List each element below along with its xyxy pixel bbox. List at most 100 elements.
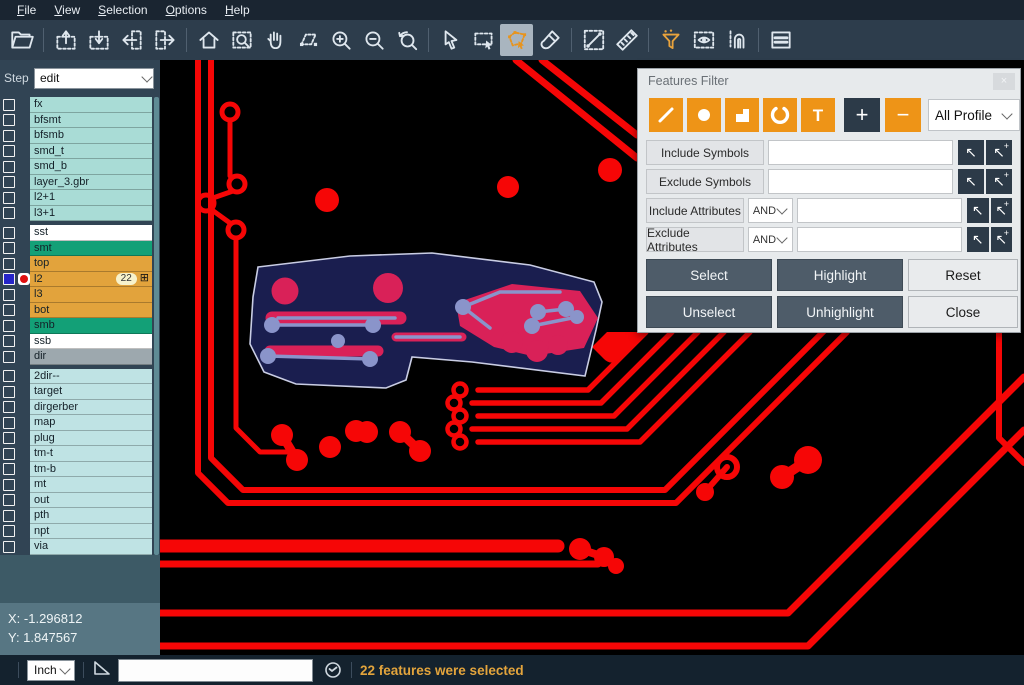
include-symbols-input[interactable] [768, 140, 953, 165]
layer-row[interactable]: fx [0, 97, 152, 113]
layer-row[interactable]: smd_b [0, 159, 152, 175]
layer-row[interactable]: l2 22 ⊞ [0, 272, 152, 288]
layer-visibility-checkbox[interactable] [3, 432, 15, 444]
ruler-icon[interactable] [610, 24, 643, 56]
exclude-symbols-button[interactable]: Exclude Symbols [646, 169, 764, 194]
layer-visibility-checkbox[interactable] [3, 335, 15, 347]
polygon-select-icon[interactable] [500, 24, 533, 56]
layer-visibility-checkbox[interactable] [3, 541, 15, 553]
layer-row[interactable]: l2+1 [0, 190, 152, 206]
lasso-zoom-icon[interactable] [291, 24, 324, 56]
units-select[interactable]: Inch [27, 660, 75, 681]
layer-row[interactable]: out [0, 493, 152, 509]
layer-row[interactable]: smd_t [0, 144, 152, 160]
layer-row[interactable]: mt [0, 477, 152, 493]
layer-row[interactable]: sst [0, 225, 152, 241]
layer-row[interactable]: tm-t [0, 446, 152, 462]
layer-visibility-checkbox[interactable] [3, 289, 15, 301]
menu-selection[interactable]: Selection [89, 0, 156, 20]
layers-panel-icon[interactable] [764, 24, 797, 56]
measure-distance-icon[interactable] [577, 24, 610, 56]
include-attributes-input[interactable] [797, 198, 962, 223]
layer-visibility-checkbox[interactable] [3, 370, 15, 382]
layer-visibility-checkbox[interactable] [3, 463, 15, 475]
layer-row[interactable]: 2dir-- [0, 369, 152, 385]
snap-magnet-icon[interactable] [720, 24, 753, 56]
layer-row[interactable]: top [0, 256, 152, 272]
layer-row[interactable]: map [0, 415, 152, 431]
pick-symbol-add-button[interactable]: ↖+ [986, 169, 1012, 194]
layer-grid-icon[interactable]: ⊞ [140, 273, 149, 284]
filter-add-button[interactable]: + [844, 98, 880, 132]
show-hide-icon[interactable] [687, 24, 720, 56]
filter-remove-button[interactable]: − [885, 98, 921, 132]
layer-row[interactable]: smb [0, 318, 152, 334]
layer-visibility-checkbox[interactable] [3, 510, 15, 522]
layer-visibility-checkbox[interactable] [3, 448, 15, 460]
layer-visibility-checkbox[interactable] [3, 207, 15, 219]
layer-visibility-checkbox[interactable] [3, 114, 15, 126]
layer-visibility-checkbox[interactable] [3, 242, 15, 254]
refresh-icon[interactable] [323, 660, 343, 680]
layer-row[interactable]: l3+1 [0, 206, 152, 222]
layer-row[interactable]: tm-b [0, 462, 152, 478]
zoom-area-icon[interactable] [225, 24, 258, 56]
filter-line-button[interactable] [649, 98, 683, 132]
pick-attribute-add-button[interactable]: ↖+ [991, 198, 1012, 223]
filter-surface-button[interactable] [725, 98, 759, 132]
layer-visibility-checkbox[interactable] [3, 386, 15, 398]
menu-options[interactable]: Options [157, 0, 216, 20]
menu-view[interactable]: View [45, 0, 89, 20]
shift-right-icon[interactable] [148, 24, 181, 56]
pick-attribute-add-button[interactable]: ↖+ [991, 227, 1012, 252]
unhighlight-button[interactable]: Unhighlight [777, 296, 903, 328]
layer-visibility-checkbox[interactable] [3, 273, 15, 285]
include-attributes-button[interactable]: Include Attributes [646, 198, 744, 223]
flip-down-icon[interactable] [82, 24, 115, 56]
layer-row[interactable]: smt [0, 241, 152, 257]
unselect-button[interactable]: Unselect [646, 296, 772, 328]
reset-button[interactable]: Reset [908, 259, 1018, 291]
zoom-previous-icon[interactable] [390, 24, 423, 56]
menu-help[interactable]: Help [216, 0, 259, 20]
pick-symbol-add-button[interactable]: ↖+ [986, 140, 1012, 165]
layer-row[interactable]: dirgerber [0, 400, 152, 416]
zoom-in-icon[interactable] [324, 24, 357, 56]
pan-hand-icon[interactable] [258, 24, 291, 56]
layer-row[interactable]: npt [0, 524, 152, 540]
layer-row[interactable]: via [0, 539, 152, 555]
layer-visibility-checkbox[interactable] [3, 417, 15, 429]
layer-visibility-checkbox[interactable] [3, 479, 15, 491]
exclude-symbols-input[interactable] [768, 169, 953, 194]
menu-file[interactable]: File [8, 0, 45, 20]
open-folder-icon[interactable] [5, 24, 38, 56]
layer-visibility-checkbox[interactable] [3, 227, 15, 239]
exclude-attributes-button[interactable]: Exclude Attributes [646, 227, 744, 252]
select-button[interactable]: Select [646, 259, 772, 291]
command-input[interactable] [118, 659, 313, 682]
pick-symbol-button[interactable]: ↖ [958, 169, 984, 194]
profile-select[interactable]: All Profile [928, 99, 1020, 131]
close-button[interactable]: Close [908, 296, 1018, 328]
include-symbols-button[interactable]: Include Symbols [646, 140, 764, 165]
clear-brush-icon[interactable] [533, 24, 566, 56]
cursor-select-icon[interactable] [434, 24, 467, 56]
layer-visibility-checkbox[interactable] [3, 145, 15, 157]
layer-visibility-checkbox[interactable] [3, 258, 15, 270]
layer-row[interactable]: bfsmb [0, 128, 152, 144]
exclude-attributes-input[interactable] [797, 227, 962, 252]
layer-row[interactable]: ssb [0, 334, 152, 350]
filter-text-button[interactable]: T [801, 98, 835, 132]
pick-attribute-button[interactable]: ↖ [967, 198, 988, 223]
layer-row[interactable]: l3 [0, 287, 152, 303]
layer-visibility-checkbox[interactable] [3, 320, 15, 332]
layer-visibility-checkbox[interactable] [3, 401, 15, 413]
layer-visibility-checkbox[interactable] [3, 176, 15, 188]
layer-visibility-checkbox[interactable] [3, 351, 15, 363]
layer-row[interactable]: bfsmt [0, 113, 152, 129]
angle-tool-icon[interactable] [92, 659, 112, 682]
home-view-icon[interactable] [192, 24, 225, 56]
shift-left-icon[interactable] [115, 24, 148, 56]
layer-visibility-checkbox[interactable] [3, 99, 15, 111]
highlight-button[interactable]: Highlight [777, 259, 903, 291]
